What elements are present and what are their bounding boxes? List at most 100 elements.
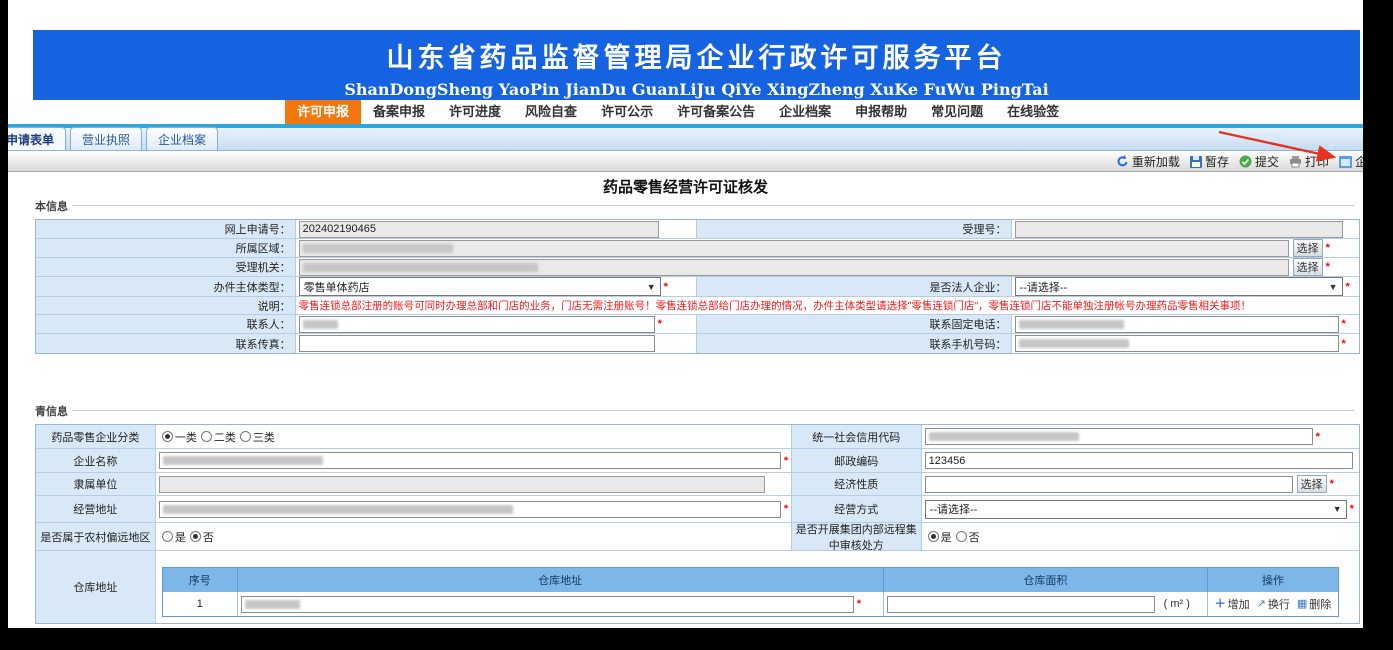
reload-button[interactable]: 重新加载	[1116, 153, 1180, 170]
parent-unit-input[interactable]	[159, 476, 765, 493]
browser-page: 山东省药品监督管理局企业行政许可服务平台 ShanDongSheng YaoPi…	[8, 0, 1363, 628]
col-address: 仓库地址	[538, 572, 582, 588]
move-row-button[interactable]: ↗换行	[1257, 596, 1290, 612]
postcode-input[interactable]: 123456	[925, 452, 1353, 469]
radio-rural-yes[interactable]: 是	[159, 529, 186, 545]
nav-item-progress[interactable]: 许可进度	[437, 100, 513, 124]
radio-remote-no[interactable]: 否	[953, 529, 980, 545]
warehouse-header-row: 序号 仓库地址 仓库面积 操作	[163, 568, 1338, 592]
region-input[interactable]	[299, 240, 1289, 257]
fax-input[interactable]	[299, 335, 655, 352]
form-row: 联系人： * 联系固定电话： *	[36, 315, 1359, 334]
credit-code-input[interactable]	[925, 428, 1313, 445]
form-row: 说明： 零售连锁总部注册的账号可同时办理总部和门店的业务，门店无需注册账号！零售…	[36, 297, 1359, 315]
nav-item-help[interactable]: 申报帮助	[843, 100, 919, 124]
grid-delete-icon: ▦	[1297, 599, 1307, 610]
radio-remote-yes[interactable]: 是	[925, 529, 952, 545]
online-apply-no-label: 网上申请号：	[225, 221, 291, 237]
floppy-icon	[1190, 156, 1202, 168]
agency-select-button[interactable]: 选择	[1293, 258, 1323, 276]
note-text: 零售连锁总部注册的账号可同时办理总部和门店的业务，门店无需注册账号！零售连锁总部…	[299, 298, 1251, 313]
nav-item-record-notice[interactable]: 许可备案公告	[665, 100, 767, 124]
tab-strip: 申请表单 营业执照 企业档案	[8, 128, 1363, 151]
form-row: 企业名称 * 邮政编码 123456	[36, 449, 1359, 473]
region-label: 所属区域：	[236, 240, 291, 256]
mobile-input[interactable]	[1015, 335, 1339, 352]
warehouse-table: 序号 仓库地址 仓库面积 操作 1 * ( m² ) ＋增加 ↗换行 ▦删除	[162, 567, 1339, 617]
radio-class-1[interactable]: 一类	[159, 429, 197, 445]
add-row-button[interactable]: ＋增加	[1215, 596, 1250, 612]
delete-row-button[interactable]: ▦删除	[1297, 596, 1331, 612]
nav-item-faq[interactable]: 常见问题	[919, 100, 995, 124]
region-select-button[interactable]: 选择	[1293, 239, 1323, 257]
tab-business-license[interactable]: 营业执照	[70, 127, 142, 150]
nav-item-archives[interactable]: 企业档案	[767, 100, 843, 124]
radio-icon	[928, 531, 939, 542]
site-title-pinyin: ShanDongSheng YaoPin JianDu GuanLiJu QiY…	[33, 80, 1360, 99]
radio-icon	[201, 431, 212, 442]
contact-input[interactable]	[299, 316, 655, 333]
phone-input[interactable]	[1015, 316, 1339, 333]
agency-label: 受理机关：	[236, 259, 291, 275]
tab-enterprise-archive[interactable]: 企业档案	[146, 127, 218, 150]
required-star: *	[857, 598, 861, 610]
radio-class-3[interactable]: 三类	[237, 429, 275, 445]
window-icon	[1339, 156, 1352, 168]
business-mode-select[interactable]: --请选择--▼	[925, 500, 1347, 519]
required-star: *	[664, 281, 668, 293]
legal-entity-select[interactable]: --请选择--▼	[1015, 277, 1343, 296]
nav-item-license-apply[interactable]: 许可申报	[285, 100, 361, 124]
enterprise-button[interactable]: 企业	[1339, 153, 1363, 170]
redacted-value	[163, 456, 323, 465]
mobile-label: 联系手机号码：	[930, 336, 1007, 352]
subject-type-select[interactable]: 零售单体药店▼	[299, 277, 661, 296]
contact-label: 联系人：	[247, 316, 291, 332]
fax-label: 联系传真：	[236, 336, 291, 352]
accept-no-label: 受理号：	[963, 221, 1007, 237]
row-no: 1	[197, 598, 203, 610]
nav-item-record-apply[interactable]: 备案申报	[361, 100, 437, 124]
required-star: *	[1316, 431, 1320, 443]
radio-class-2[interactable]: 二类	[198, 429, 236, 445]
nav-item-publicity[interactable]: 许可公示	[589, 100, 665, 124]
site-banner: 山东省药品监督管理局企业行政许可服务平台 ShanDongSheng YaoPi…	[33, 30, 1360, 100]
required-star: *	[1330, 478, 1334, 490]
online-apply-no-input[interactable]: 202402190465	[299, 221, 659, 238]
accept-no-input[interactable]	[1015, 221, 1343, 238]
plus-icon: ＋	[1215, 599, 1226, 610]
printer-icon	[1289, 156, 1302, 168]
submit-button[interactable]: 提交	[1239, 153, 1279, 170]
redacted-value	[303, 320, 338, 329]
save-draft-button[interactable]: 暂存	[1190, 153, 1229, 170]
form-row: 办件主体类型： 零售单体药店▼* 是否法人企业： --请选择--▼*	[36, 277, 1359, 297]
section-rule	[68, 410, 1354, 411]
economic-nature-input[interactable]	[925, 476, 1293, 493]
warehouse-area-input[interactable]	[887, 596, 1155, 613]
agency-input[interactable]	[299, 259, 1289, 276]
form-title: 药品零售经营许可证核发	[8, 176, 1363, 197]
col-no: 序号	[189, 572, 211, 588]
nav-item-online-verify[interactable]: 在线验签	[995, 100, 1071, 124]
radio-rural-no[interactable]: 否	[187, 529, 214, 545]
redacted-value	[929, 432, 1079, 441]
redacted-value	[303, 244, 453, 253]
business-address-input[interactable]	[159, 501, 781, 518]
warehouse-address-input[interactable]	[241, 596, 854, 613]
form-row: 隶属单位 经济性质 选择*	[36, 473, 1359, 496]
chevron-down-icon: ▼	[1329, 282, 1338, 292]
screenshot-canvas: 山东省药品监督管理局企业行政许可服务平台 ShanDongSheng YaoPi…	[0, 0, 1393, 650]
chevron-down-icon: ▼	[1333, 504, 1342, 514]
basic-section-legend: 本信息	[35, 198, 72, 214]
basic-info-table: 网上申请号： 202402190465 受理号： 所属区域： 选择 * 受理机关：…	[35, 219, 1360, 354]
company-name-input[interactable]	[159, 452, 781, 469]
tab-apply-form[interactable]: 申请表单	[8, 127, 66, 150]
print-button[interactable]: 打印	[1289, 153, 1329, 170]
radio-icon	[190, 531, 201, 542]
redacted-value	[303, 263, 538, 272]
form-row: 网上申请号： 202402190465 受理号：	[36, 220, 1359, 239]
area-unit: ( m² )	[1164, 598, 1190, 610]
required-star: *	[1342, 338, 1346, 350]
chevron-down-icon: ▼	[647, 282, 656, 292]
nav-item-risk-check[interactable]: 风险自查	[513, 100, 589, 124]
economic-select-button[interactable]: 选择	[1297, 475, 1327, 493]
